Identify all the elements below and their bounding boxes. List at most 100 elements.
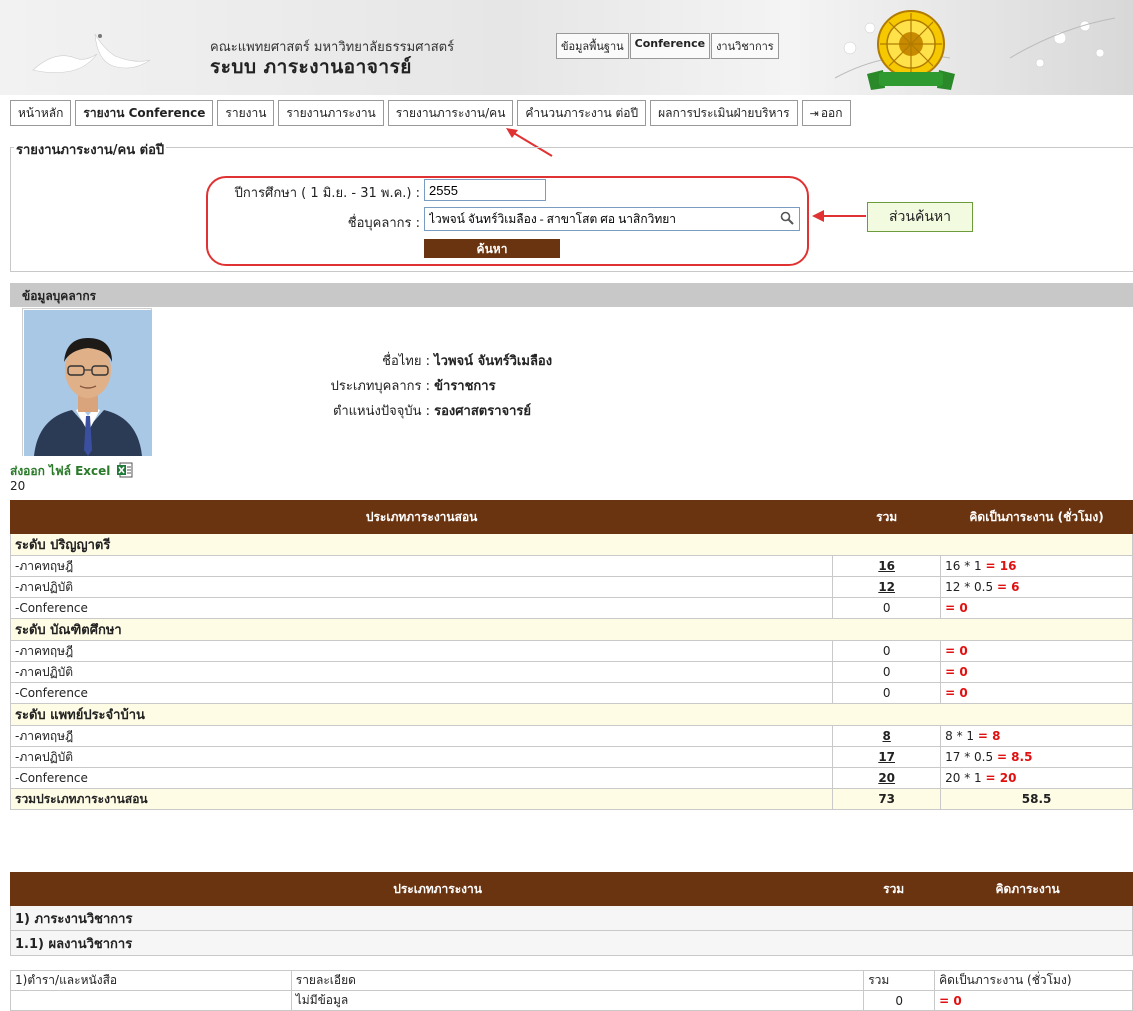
row-total: 20 bbox=[832, 767, 942, 789]
table-row: -Conference 20 20 * 1 = 20 bbox=[9, 767, 1133, 789]
summary-row: รวมประเภทภาระงานสอน 73 58.5 bbox=[9, 788, 1133, 810]
group-title: ระดับ บัณฑิตศึกษา bbox=[10, 618, 1133, 641]
table-row: -Conference 0 = 0 bbox=[9, 597, 1133, 619]
position-row: ตำแหน่งปัจจุบัน : รองศาสตราจารย์ bbox=[130, 400, 531, 421]
personnel-type-row: ประเภทบุคลากร : ข้าราชการ bbox=[130, 375, 496, 396]
row-hours: 12 * 0.5 = 6 bbox=[940, 576, 1133, 598]
row-hours: 20 * 1 = 20 bbox=[940, 767, 1133, 789]
group-residency: ระดับ แพทย์ประจำบ้าน bbox=[10, 703, 1133, 726]
personnel-type-value: ข้าราชการ bbox=[434, 379, 496, 394]
personnel-section-title: ข้อมูลบุคลากร bbox=[10, 283, 1133, 307]
personnel-name-label: ชื่อบุคลากร : bbox=[347, 216, 420, 231]
row-result: = 0 bbox=[945, 601, 968, 615]
summary-hours: 58.5 bbox=[940, 788, 1133, 810]
section-academic-works: 1.1) ผลงานวิชาการ bbox=[10, 930, 1133, 956]
row-label: -ภาคปฏิบัติ bbox=[9, 661, 834, 683]
row-calc: 12 * 0.5 bbox=[945, 580, 994, 594]
row-result: = 20 bbox=[985, 771, 1017, 785]
row-hours: = 0 bbox=[940, 661, 1133, 683]
row-label: -ภาคทฤษฎี bbox=[9, 555, 834, 577]
detail-header: รายละเอียด bbox=[290, 970, 865, 991]
excel-icon[interactable] bbox=[116, 462, 133, 478]
section-row: 1) ภาระงานวิชาการ bbox=[10, 905, 1133, 931]
table-row: -ภาคทฤษฎี 16 16 * 1 = 16 bbox=[9, 555, 1133, 577]
hours-header: คิดเป็นภาระงาน (ชั่วโมง) bbox=[934, 970, 1133, 991]
total-header: รวม bbox=[863, 970, 936, 991]
row-calc: 8 * 1 bbox=[945, 729, 975, 743]
table-row: -ภาคปฏิบัติ 12 12 * 0.5 = 6 bbox=[9, 576, 1133, 598]
row-hours: = 0 bbox=[940, 597, 1133, 619]
export-excel-link[interactable]: ส่งออก ไฟล์ Excel bbox=[10, 462, 133, 481]
group-graduate: ระดับ บัณฑิตศึกษา bbox=[10, 618, 1133, 641]
row-result: = 8.5 bbox=[996, 750, 1033, 764]
row-label: -ภาคปฏิบัติ bbox=[9, 746, 834, 768]
row-result: = 6 bbox=[996, 580, 1020, 594]
row-total-link[interactable]: 20 bbox=[878, 771, 895, 785]
table-header-row: 1)ตำรา/และหนังสือ รายละเอียด รวม คิดเป็น… bbox=[10, 970, 1133, 991]
col-total: รวม bbox=[832, 500, 942, 534]
row-hours: = 0 bbox=[940, 640, 1133, 662]
row-label: -ภาคปฏิบัติ bbox=[9, 576, 834, 598]
textbook-header: 1)ตำรา/และหนังสือ bbox=[10, 970, 292, 991]
teaching-workload-table: ประเภทภาระงานสอน รวม คิดเป็นภาระงาน (ชั่… bbox=[9, 500, 1133, 810]
personnel-type-label: ประเภทบุคลากร : bbox=[330, 379, 430, 394]
table-row: -Conference 0 = 0 bbox=[9, 682, 1133, 704]
thai-name-label: ชื่อไทย : bbox=[382, 354, 430, 369]
thai-name-value: ไวพจน์ จันทร์วิเมลือง bbox=[434, 354, 553, 369]
row-calc: 16 * 1 bbox=[945, 559, 982, 573]
export-excel-label: ส่งออก ไฟล์ Excel bbox=[10, 464, 111, 478]
row-calc: 17 * 0.5 bbox=[945, 750, 994, 764]
row-result: = 0 bbox=[945, 665, 968, 679]
position-value: รองศาสตราจารย์ bbox=[434, 404, 532, 419]
row-hours: 17 * 0.5 = 8.5 bbox=[940, 746, 1133, 768]
row-result: = 0 bbox=[939, 993, 962, 1008]
row-label: -Conference bbox=[9, 767, 834, 789]
table-row: -ภาคทฤษฎี 0 = 0 bbox=[9, 640, 1133, 662]
workload-table: ประเภทภาระงาน รวม คิดภาระงาน 1) ภาระงานว… bbox=[9, 872, 1133, 956]
table-row: -ภาคปฏิบัติ 0 = 0 bbox=[9, 661, 1133, 683]
search-icon[interactable] bbox=[780, 211, 794, 225]
year-label: ปีการศึกษา ( 1 มิ.ย. - 31 พ.ค.) : bbox=[234, 186, 420, 201]
row-label: -ภาคทฤษฎี bbox=[9, 725, 834, 747]
row-label: -Conference bbox=[9, 597, 834, 619]
row-result: = 8 bbox=[977, 729, 1001, 743]
row-result: = 0 bbox=[945, 644, 968, 658]
search-callout-label: ส่วนค้นหา bbox=[867, 202, 973, 232]
row-hours: = 0 bbox=[940, 682, 1133, 704]
personnel-name-input[interactable] bbox=[424, 207, 800, 231]
row-result: = 16 bbox=[985, 559, 1017, 573]
position-label: ตำแหน่งปัจจุบัน : bbox=[332, 404, 430, 419]
col-total: รวม bbox=[864, 872, 924, 906]
col-hours: คิดเป็นภาระงาน (ชั่วโมง) bbox=[940, 500, 1133, 534]
section-academic: 1) ภาระงานวิชาการ bbox=[10, 905, 1133, 931]
row-total: 17 bbox=[832, 746, 942, 768]
row-calc: 20 * 1 bbox=[945, 771, 982, 785]
summary-total: 73 bbox=[832, 788, 942, 810]
row-total: 0 bbox=[832, 640, 942, 662]
row-total-link[interactable]: 16 bbox=[878, 559, 895, 573]
textbook-table: 1)ตำรา/และหนังสือ รายละเอียด รวม คิดเป็น… bbox=[10, 970, 1133, 1011]
table-row: -ภาคปฏิบัติ 17 17 * 0.5 = 8.5 bbox=[9, 746, 1133, 768]
row-result: = 0 bbox=[945, 686, 968, 700]
row-total-link[interactable]: 17 bbox=[878, 750, 895, 764]
search-legend: รายงานภาระงาน/คน ต่อปี bbox=[14, 139, 167, 160]
row-hours: 8 * 1 = 8 bbox=[940, 725, 1133, 747]
search-button[interactable]: ค้นหา bbox=[424, 239, 560, 258]
row-hours: 16 * 1 = 16 bbox=[940, 555, 1133, 577]
row-total: 0 bbox=[832, 661, 942, 683]
row-total: 0 bbox=[832, 682, 942, 704]
academic-year-input[interactable] bbox=[424, 179, 546, 201]
record-count: 20 bbox=[10, 479, 26, 493]
col-workload-type: ประเภทภาระงาน bbox=[9, 872, 866, 906]
section-row: 1.1) ผลงานวิชาการ bbox=[10, 930, 1133, 956]
group-title: ระดับ แพทย์ประจำบ้าน bbox=[10, 703, 1133, 726]
row-total: 12 bbox=[832, 576, 942, 598]
col-teaching-type: ประเภทภาระงานสอน bbox=[9, 500, 834, 534]
row-label: -Conference bbox=[9, 682, 834, 704]
summary-label: รวมประเภทภาระงานสอน bbox=[9, 788, 834, 810]
row-total: 16 bbox=[832, 555, 942, 577]
row-label: -ภาคทฤษฎี bbox=[9, 640, 834, 662]
row-total-link[interactable]: 8 bbox=[882, 729, 890, 743]
group-title: ระดับ ปริญญาตรี bbox=[10, 533, 1133, 556]
row-total-link[interactable]: 12 bbox=[878, 580, 895, 594]
